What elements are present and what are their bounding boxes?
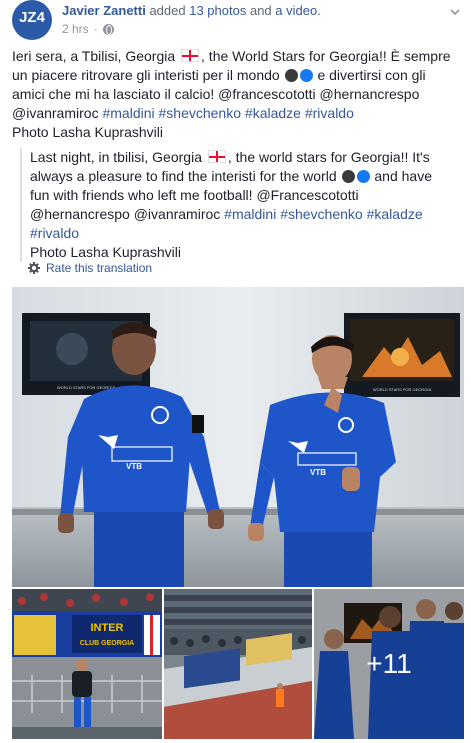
post-time[interactable]: 2 hrs: [62, 22, 89, 36]
author-name[interactable]: Javier Zanetti: [62, 3, 146, 18]
hashtag-kaladze[interactable]: #kaladze: [245, 105, 301, 121]
hashtag-rivaldo[interactable]: #rivaldo: [30, 225, 79, 241]
text-line: e divertirsi con gli: [317, 67, 426, 83]
photos-count-link[interactable]: 13 photos: [189, 3, 246, 18]
banner-text: CLUB GEORGIA: [80, 640, 134, 647]
rate-translation-link[interactable]: Rate this translation: [46, 261, 152, 275]
post-header: Javier Zanetti added 13 photos and a vid…: [62, 3, 321, 18]
rate-translation[interactable]: Rate this translation: [28, 261, 152, 275]
avatar-logo-text: JZ4: [19, 9, 45, 26]
action-prefix: added: [149, 3, 186, 18]
text-line: fun with friends who left me football! @…: [30, 187, 359, 203]
photo-thumb-2[interactable]: [164, 589, 312, 739]
poster-caption: WORLD STARS FOR GEORGIA: [373, 387, 432, 392]
photo-thumb-1[interactable]: INTER CLUB GEORGIA: [12, 589, 162, 739]
black-circle-icon: [341, 170, 355, 183]
facebook-post: JZ4 Javier Zanetti added 13 photos and a…: [0, 0, 471, 743]
banner-text: INTER: [91, 622, 124, 634]
shirt-sponsor: VTB: [310, 468, 326, 477]
hashtag-maldini[interactable]: #maldini: [224, 206, 276, 222]
georgia-flag-icon: [181, 49, 200, 62]
globe-icon: [102, 23, 114, 35]
photo-thumb-more[interactable]: +11: [314, 589, 464, 739]
blue-circle-icon: [356, 170, 370, 183]
mentions: @hernancrespo @ivanramiroc: [30, 206, 221, 222]
georgia-flag-icon: [207, 150, 226, 163]
black-circle-icon: [284, 69, 298, 82]
translation-block: Last night, in tbilisi, Georgia , the wo…: [20, 148, 470, 262]
main-photo[interactable]: WORLD STARS FOR GEORGIA WORLD STARS FOR …: [12, 287, 464, 587]
post-meta: 2 hrs ·: [62, 22, 114, 36]
hashtag-rivaldo[interactable]: #rivaldo: [305, 105, 354, 121]
gear-icon: [28, 262, 40, 274]
text-line: , the world stars for Georgia!! It's: [227, 149, 430, 165]
video-link[interactable]: a video.: [275, 3, 321, 18]
shirt-sponsor: VTB: [126, 462, 142, 471]
post-text: Ieri sera, a Tbilisi, Georgia , the Worl…: [12, 47, 462, 142]
hashtag-shevchenko[interactable]: #shevchenko: [159, 105, 242, 121]
avatar[interactable]: JZ4: [12, 0, 52, 40]
text-line: un piacere ritrovare gli interisti per i…: [12, 67, 280, 83]
text-line: , the World Stars for Georgia!! È sempre: [201, 48, 451, 64]
chevron-down-icon[interactable]: [449, 6, 461, 18]
poster-caption: WORLD STARS FOR GEORGIA: [57, 385, 116, 390]
photo-credit: Photo Lasha Kuprashvili: [12, 124, 163, 140]
text-line: Ieri sera, a Tbilisi, Georgia: [12, 48, 176, 64]
text-line: amici che mi ha lasciato il calcio! @fra…: [12, 86, 420, 102]
hashtag-shevchenko[interactable]: #shevchenko: [280, 206, 363, 222]
text-line: Last night, in tbilisi, Georgia: [30, 149, 202, 165]
mention: @ivanramiroc: [12, 105, 99, 121]
text-line: and have: [374, 168, 432, 184]
more-photos-count[interactable]: +11: [314, 589, 464, 739]
hashtag-maldini[interactable]: #maldini: [102, 105, 154, 121]
hashtag-kaladze[interactable]: #kaladze: [367, 206, 423, 222]
photo-credit: Photo Lasha Kuprashvili: [30, 244, 181, 260]
text-line: always a pleasure to find the interisti …: [30, 168, 337, 184]
action-and: and: [249, 3, 272, 18]
blue-circle-icon: [299, 69, 313, 82]
